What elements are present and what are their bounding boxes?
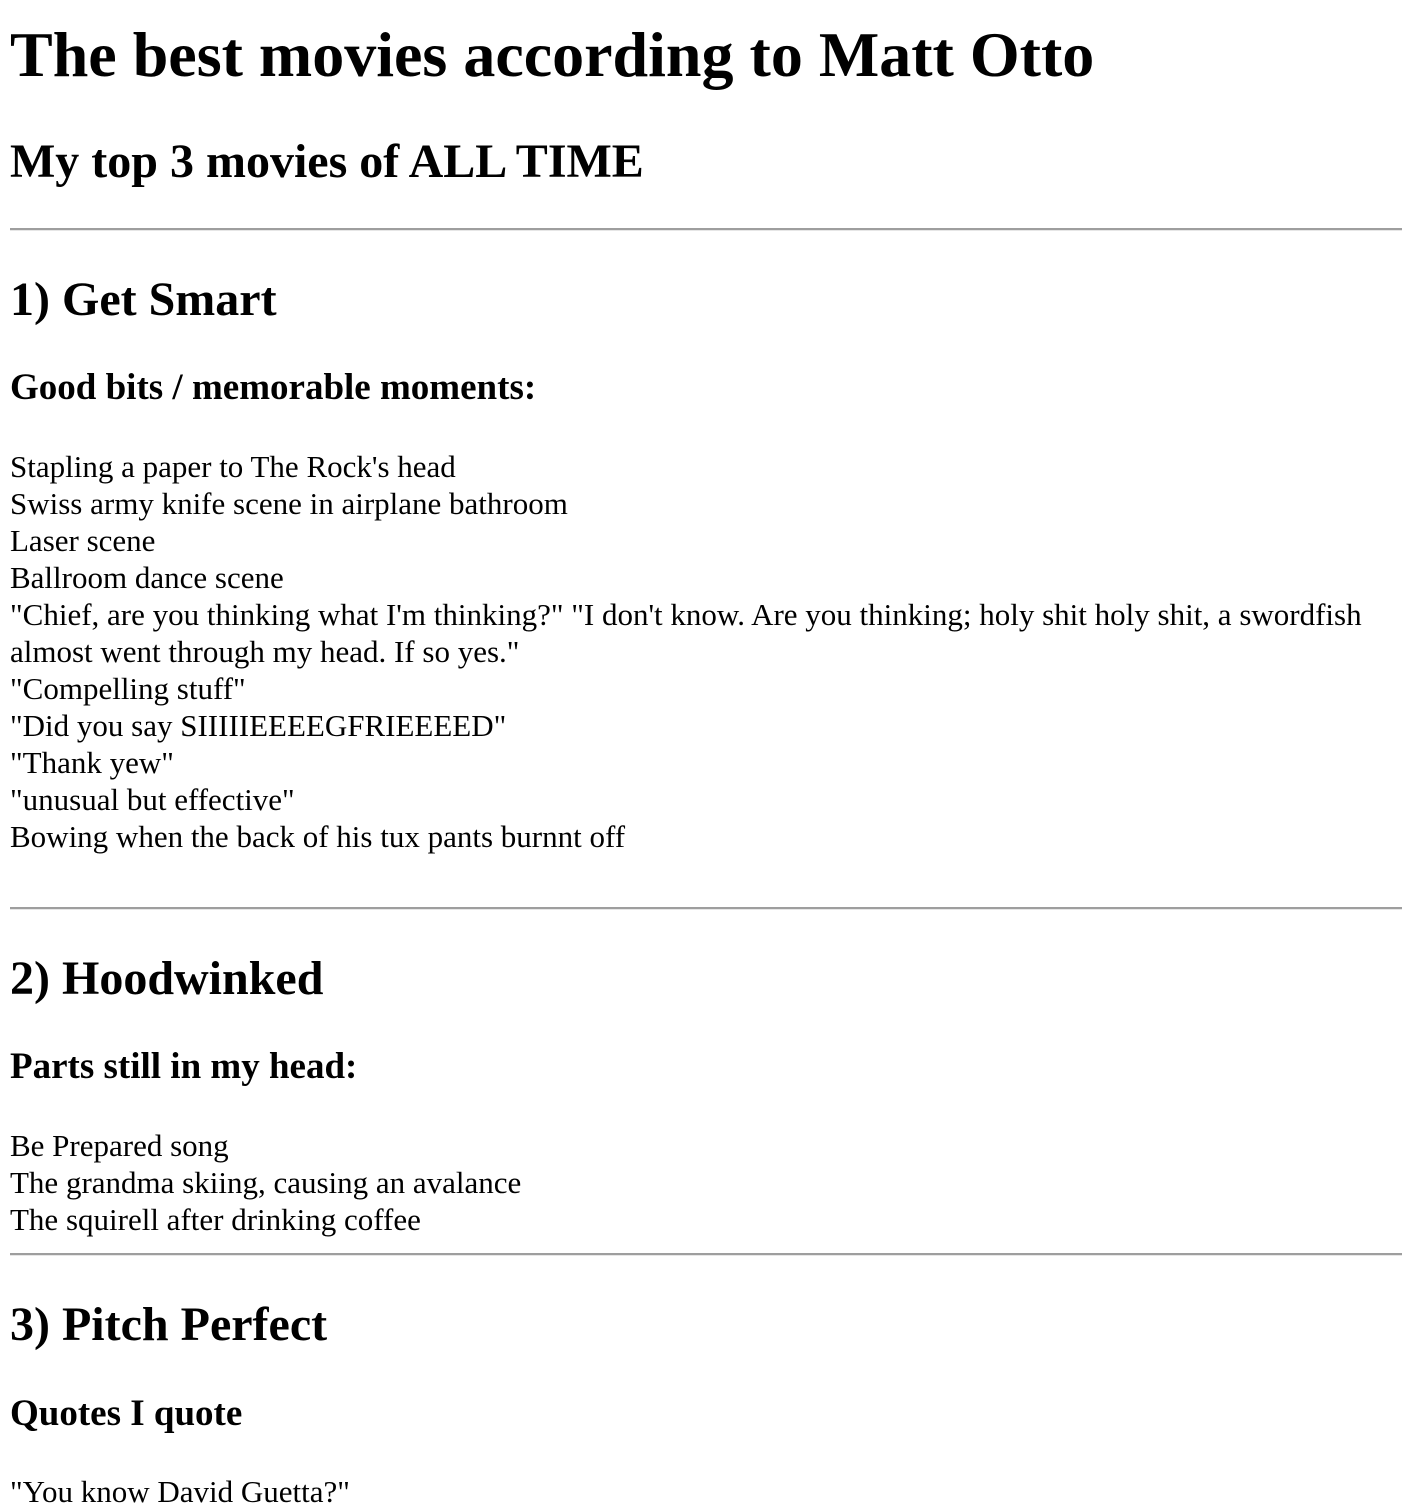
movie-1-section-label: Good bits / memorable moments: <box>10 367 537 408</box>
list-item: Swiss army knife scene in airplane bathr… <box>10 486 568 521</box>
list-item: Be Prepared song <box>10 1128 229 1163</box>
movie-1-title: 1) Get Smart <box>10 273 277 326</box>
list-item: The grandma skiing, causing an avalance <box>10 1165 522 1200</box>
list-item: The squirell after drinking coffee <box>10 1202 421 1237</box>
movie-3-items: "You know David Guetta?" <box>10 1473 1402 1510</box>
movie-2-title: 2) Hoodwinked <box>10 952 324 1005</box>
divider-2 <box>10 1253 1402 1256</box>
list-item: "unusual but effective" <box>10 782 295 817</box>
page-title: The best movies according to Matt Otto <box>10 19 1095 90</box>
list-item: "You know David Guetta?" <box>10 1474 350 1509</box>
movie-2-section-label: Parts still in my head: <box>10 1046 358 1087</box>
list-item: "Compelling stuff" <box>10 671 246 706</box>
list-item: "Thank yew" <box>10 745 174 780</box>
list-item: Ballroom dance scene <box>10 560 284 595</box>
movie-3-section-label: Quotes I quote <box>10 1393 243 1434</box>
list-item: "Did you say SIIIIIEEEEGFRIEEEED" <box>10 708 507 743</box>
list-item: "Chief, are you thinking what I'm thinki… <box>10 597 1362 669</box>
list-item: Laser scene <box>10 523 156 558</box>
divider-top <box>10 228 1402 231</box>
movie-1-items: Stapling a paper to The Rock's head Swis… <box>10 448 1402 855</box>
page-subtitle: My top 3 movies of ALL TIME <box>10 135 644 188</box>
movie-2-items: Be Prepared song The grandma skiing, cau… <box>10 1127 1402 1238</box>
divider-1 <box>10 907 1402 910</box>
list-item: Stapling a paper to The Rock's head <box>10 449 456 484</box>
list-item: Bowing when the back of his tux pants bu… <box>10 819 626 854</box>
movie-3-title: 3) Pitch Perfect <box>10 1298 328 1351</box>
